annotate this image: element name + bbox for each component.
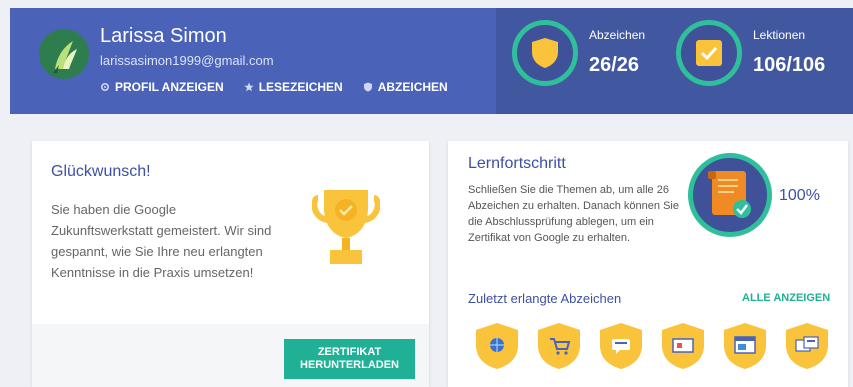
nav-badges-label: ABZEICHEN [377, 80, 448, 94]
profile-header: Larissa Simon larissasimon1999@gmail.com… [10, 8, 853, 114]
trophy-icon [312, 190, 380, 264]
nav-bookmarks-link[interactable]: LESEZEICHEN [244, 80, 343, 94]
congrats-title: Glückwunsch! [51, 163, 151, 180]
nav-profile-link[interactable]: PROFIL ANZEIGEN [100, 80, 224, 94]
lessons-check-icon [696, 40, 722, 66]
certificate-button-line2: HERUNTERLADEN [300, 359, 399, 371]
badges-stat-label: Abzeichen [589, 28, 646, 42]
profile-nav: PROFIL ANZEIGEN LESEZEICHEN ABZEICHEN [100, 80, 448, 94]
nav-badges-link[interactable]: ABZEICHEN [363, 80, 448, 94]
user-name: Larissa Simon [100, 25, 227, 47]
stats-panel: Abzeichen 26/26 Lektionen 106/106 [496, 8, 853, 114]
badges-stat-value: 26/26 [589, 54, 640, 76]
lessons-stat-ring [676, 20, 742, 86]
user-email: larissasimon1999@gmail.com [100, 53, 274, 68]
progress-card: Lernfortschritt Schließen Sie die Themen… [448, 141, 848, 387]
cart-badge-icon[interactable] [534, 321, 584, 371]
screen-badge-icon[interactable] [658, 321, 708, 371]
certificate-scroll-icon [708, 171, 751, 218]
certificate-button-line1: ZERTIFIKAT [317, 346, 382, 358]
badges-stat-ring [512, 20, 578, 86]
browser-badge-icon[interactable] [720, 321, 770, 371]
congrats-card: Glückwunsch! Sie haben die Google Zukunf… [32, 141, 429, 387]
lessons-stat-value: 106/106 [753, 54, 826, 76]
progress-percent: 100% [779, 187, 820, 204]
cards-badge-icon[interactable] [782, 321, 832, 371]
recent-badges-list [472, 321, 832, 371]
avatar[interactable] [39, 29, 89, 79]
certificate-progress-ring [688, 153, 772, 237]
congrats-text: Sie haben die Google Zukunftswerkstatt g… [51, 202, 272, 280]
download-certificate-button[interactable]: ZERTIFIKAT HERUNTERLADEN [284, 339, 415, 379]
badge-shield-icon [532, 38, 558, 68]
globe-badge-icon[interactable] [472, 321, 522, 371]
progress-title: Lernfortschritt [468, 155, 566, 172]
shield-icon [363, 82, 372, 92]
lessons-stat-label: Lektionen [753, 28, 806, 42]
star-icon [244, 82, 254, 92]
gear-icon [100, 82, 110, 92]
nav-bookmarks-label: LESEZEICHEN [258, 80, 343, 94]
recent-badges-title: Zuletzt erlangte Abzeichen [468, 291, 622, 306]
nav-profile-label: PROFIL ANZEIGEN [115, 80, 224, 94]
show-all-link[interactable]: ALLE ANZEIGEN [742, 292, 830, 304]
chat-badge-icon[interactable] [596, 321, 646, 371]
progress-text: Schließen Sie die Themen ab, um alle 26 … [468, 184, 679, 244]
